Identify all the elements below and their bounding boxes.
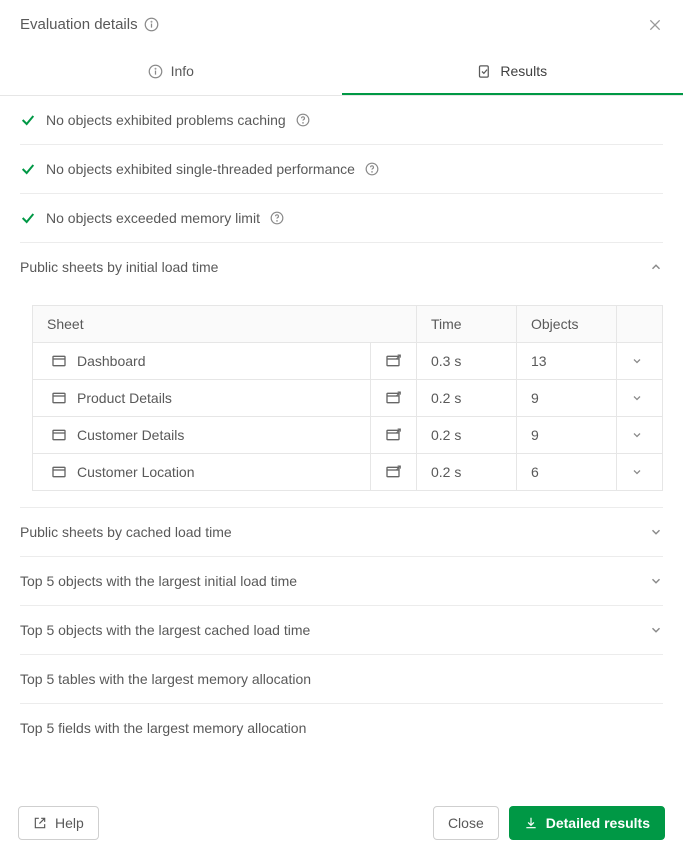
button-label: Detailed results bbox=[546, 815, 650, 831]
section-top-tables-mem[interactable]: Top 5 tables with the largest memory all… bbox=[20, 655, 663, 704]
button-label: Close bbox=[448, 815, 484, 831]
status-text: No objects exceeded memory limit bbox=[46, 210, 260, 226]
external-link-icon bbox=[33, 816, 47, 830]
open-sheet-button[interactable] bbox=[371, 454, 417, 491]
help-icon[interactable] bbox=[270, 211, 284, 225]
sheets-table: Sheet Time Objects Dashbo bbox=[32, 305, 663, 491]
section-top-obj-cached[interactable]: Top 5 objects with the largest cached lo… bbox=[20, 606, 663, 655]
dialog-body: No objects exhibited problems caching No… bbox=[0, 96, 683, 752]
tabs: Info Results bbox=[0, 49, 683, 96]
expand-row-button[interactable] bbox=[617, 454, 663, 491]
open-sheet-button[interactable] bbox=[371, 380, 417, 417]
chevron-up-icon bbox=[649, 260, 663, 274]
sheet-name: Customer Location bbox=[77, 464, 195, 480]
section-public-cached[interactable]: Public sheets by cached load time bbox=[20, 507, 663, 557]
evaluation-details-dialog: Evaluation details Info Results N bbox=[0, 0, 683, 858]
close-icon[interactable] bbox=[647, 17, 663, 33]
status-single-threaded: No objects exhibited single-threaded per… bbox=[20, 145, 663, 194]
col-time: Time bbox=[417, 306, 517, 343]
detailed-results-button[interactable]: Detailed results bbox=[509, 806, 665, 840]
col-objects: Objects bbox=[517, 306, 617, 343]
status-text: No objects exhibited problems caching bbox=[46, 112, 286, 128]
sheet-name: Product Details bbox=[77, 390, 172, 406]
sheet-name: Dashboard bbox=[77, 353, 146, 369]
info-icon bbox=[148, 64, 163, 79]
results-icon bbox=[477, 64, 492, 79]
table-row: Dashboard 0.3 s 13 bbox=[33, 343, 663, 380]
check-icon bbox=[20, 161, 36, 177]
chevron-down-icon bbox=[649, 525, 663, 539]
status-caching: No objects exhibited problems caching bbox=[20, 96, 663, 145]
table-row: Customer Location 0.2 s 6 bbox=[33, 454, 663, 491]
sheet-icon bbox=[51, 354, 67, 368]
time-cell: 0.3 s bbox=[417, 343, 517, 380]
section-title: Top 5 tables with the largest memory all… bbox=[20, 671, 311, 687]
expand-row-button[interactable] bbox=[617, 343, 663, 380]
open-sheet-button[interactable] bbox=[371, 417, 417, 454]
help-button[interactable]: Help bbox=[18, 806, 99, 840]
check-icon bbox=[20, 210, 36, 226]
info-icon[interactable] bbox=[144, 17, 159, 32]
section-title: Top 5 objects with the largest cached lo… bbox=[20, 622, 310, 638]
dialog-header: Evaluation details bbox=[0, 0, 683, 49]
download-icon bbox=[524, 816, 538, 830]
help-icon[interactable] bbox=[296, 113, 310, 127]
col-sheet: Sheet bbox=[33, 306, 417, 343]
expand-row-button[interactable] bbox=[617, 380, 663, 417]
sheet-icon bbox=[51, 391, 67, 405]
time-cell: 0.2 s bbox=[417, 454, 517, 491]
time-cell: 0.2 s bbox=[417, 380, 517, 417]
section-public-initial: Public sheets by initial load time Sheet… bbox=[20, 243, 663, 507]
status-text: No objects exhibited single-threaded per… bbox=[46, 161, 355, 177]
sheet-icon bbox=[51, 428, 67, 442]
section-title: Top 5 objects with the largest initial l… bbox=[20, 573, 297, 589]
help-icon[interactable] bbox=[365, 162, 379, 176]
section-title: Public sheets by cached load time bbox=[20, 524, 232, 540]
tab-info[interactable]: Info bbox=[0, 49, 342, 95]
table-row: Product Details 0.2 s 9 bbox=[33, 380, 663, 417]
objects-cell: 9 bbox=[517, 417, 617, 454]
sheet-icon bbox=[51, 465, 67, 479]
section-title: Public sheets by initial load time bbox=[20, 259, 218, 275]
close-button[interactable]: Close bbox=[433, 806, 499, 840]
tab-results[interactable]: Results bbox=[342, 49, 683, 95]
dialog-footer: Help Close Detailed results bbox=[0, 792, 683, 858]
dialog-title: Evaluation details bbox=[20, 16, 138, 33]
sheet-name: Customer Details bbox=[77, 427, 184, 443]
chevron-down-icon bbox=[649, 574, 663, 588]
section-title: Top 5 fields with the largest memory all… bbox=[20, 720, 306, 736]
objects-cell: 6 bbox=[517, 454, 617, 491]
status-memory: No objects exceeded memory limit bbox=[20, 194, 663, 243]
open-sheet-button[interactable] bbox=[371, 343, 417, 380]
section-body: Sheet Time Objects Dashbo bbox=[20, 291, 663, 507]
objects-cell: 13 bbox=[517, 343, 617, 380]
check-icon bbox=[20, 112, 36, 128]
expand-row-button[interactable] bbox=[617, 417, 663, 454]
section-header[interactable]: Public sheets by initial load time bbox=[20, 243, 663, 291]
tab-label: Info bbox=[171, 63, 194, 79]
time-cell: 0.2 s bbox=[417, 417, 517, 454]
button-label: Help bbox=[55, 815, 84, 831]
objects-cell: 9 bbox=[517, 380, 617, 417]
table-row: Customer Details 0.2 s 9 bbox=[33, 417, 663, 454]
section-top-obj-initial[interactable]: Top 5 objects with the largest initial l… bbox=[20, 557, 663, 606]
col-expand bbox=[617, 306, 663, 343]
tab-label: Results bbox=[500, 63, 547, 79]
chevron-down-icon bbox=[649, 623, 663, 637]
section-top-fields-mem[interactable]: Top 5 fields with the largest memory all… bbox=[20, 704, 663, 752]
